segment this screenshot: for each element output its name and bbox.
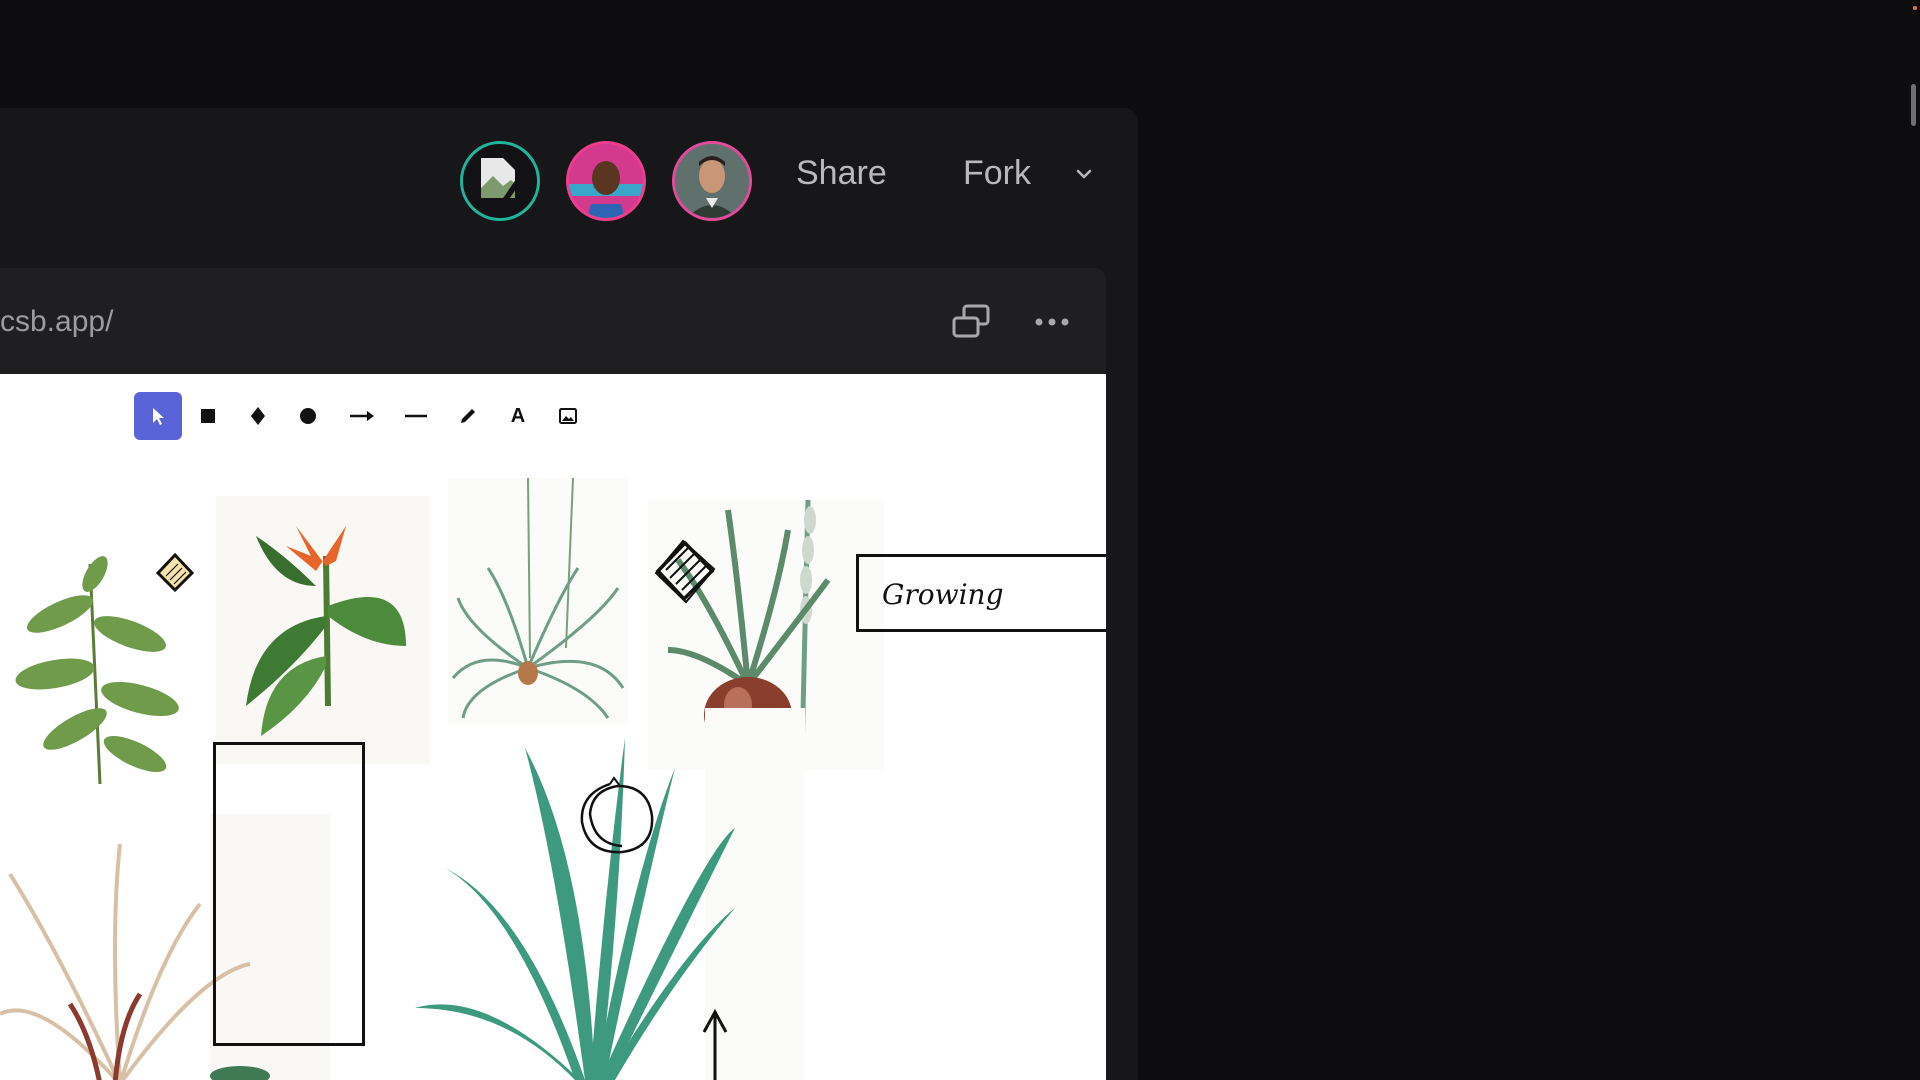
canvas-diamond-shape-2[interactable]: [652, 538, 718, 606]
canvas-arrow-up[interactable]: [698, 1008, 732, 1080]
ellipse-tool[interactable]: [284, 392, 332, 440]
text-tool[interactable]: A: [494, 392, 542, 440]
rectangle-tool[interactable]: [184, 392, 232, 440]
avatar-user-2[interactable]: [566, 141, 646, 221]
text-icon: A: [510, 404, 526, 427]
diamond-icon: [251, 407, 265, 425]
fork-button[interactable]: Fork: [963, 150, 1031, 196]
scrollbar-thumb[interactable]: [1911, 84, 1916, 126]
avatar-placeholder[interactable]: [460, 141, 540, 221]
plant-illustration-6: [415, 708, 805, 1080]
select-tool[interactable]: [134, 392, 182, 440]
arrow-tool[interactable]: [338, 392, 386, 440]
image-icon: [559, 408, 577, 424]
image-tool[interactable]: [544, 392, 592, 440]
open-in-new-window-icon[interactable]: [950, 302, 992, 340]
preview-url[interactable]: csb.app/: [0, 300, 113, 344]
line-icon: [405, 414, 427, 418]
share-button[interactable]: Share: [796, 150, 887, 196]
plant-illustration-2: [216, 496, 430, 764]
diamond-tool[interactable]: [234, 392, 282, 440]
canvas-diamond-shape-1[interactable]: [154, 552, 196, 594]
canvas-text-growing[interactable]: Growing: [882, 578, 1004, 611]
arrow-right-icon: [350, 411, 374, 421]
avatar-user-3[interactable]: [672, 141, 752, 221]
chevron-down-icon[interactable]: [1074, 164, 1094, 184]
user-photo-icon: [569, 144, 643, 218]
drawing-canvas[interactable]: [0, 374, 1106, 1080]
notification-dot: [1913, 6, 1917, 10]
canvas-rectangle-shape[interactable]: [213, 742, 365, 1046]
draw-tool[interactable]: [444, 392, 492, 440]
user-photo-icon: [675, 144, 749, 218]
cursor-arrow-icon: [153, 408, 164, 425]
canvas-scribble-circle[interactable]: [570, 774, 664, 858]
square-icon: [201, 409, 215, 423]
more-options-icon[interactable]: [1034, 314, 1070, 330]
broken-image-icon: [481, 158, 525, 208]
circle-icon: [300, 408, 316, 424]
line-tool[interactable]: [392, 392, 440, 440]
pencil-icon: [461, 409, 475, 423]
plant-illustration-3: [448, 478, 628, 724]
